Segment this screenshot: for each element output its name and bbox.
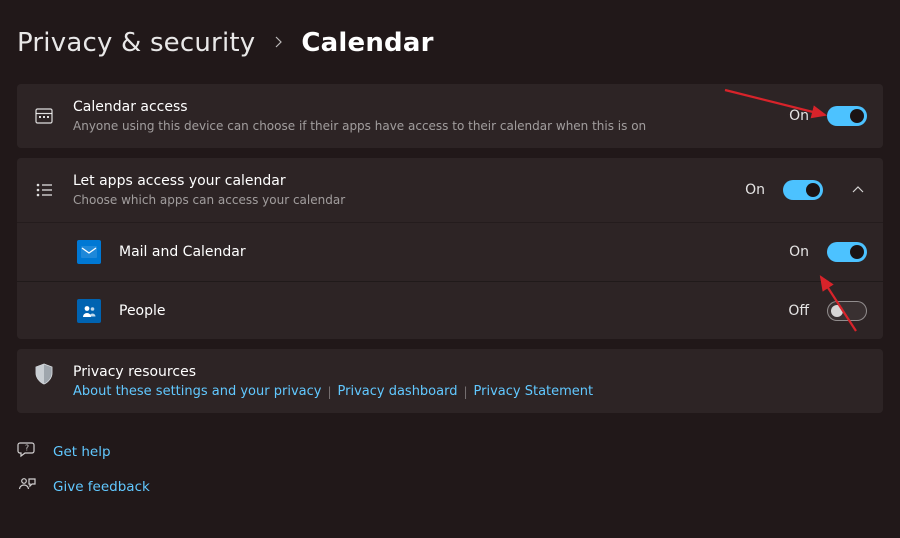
- shield-icon: [33, 363, 55, 385]
- toggle-state-label: On: [789, 108, 809, 124]
- collapse-chevron-up-icon[interactable]: [849, 186, 867, 194]
- people-icon: [77, 299, 101, 323]
- list-icon: [33, 180, 55, 200]
- link-privacy-statement[interactable]: Privacy Statement: [474, 384, 594, 399]
- setting-text: Privacy resources About these settings a…: [73, 363, 867, 399]
- setting-card-calendar-access: Calendar access Anyone using this device…: [17, 84, 883, 148]
- get-help-label: Get help: [53, 444, 111, 460]
- people-toggle[interactable]: [827, 301, 867, 321]
- svg-text:?: ?: [25, 444, 29, 453]
- feedback-icon: [17, 476, 37, 498]
- calendar-access-toggle[interactable]: [827, 106, 867, 126]
- feedback-link[interactable]: Give feedback: [17, 476, 883, 498]
- toggle-state-label: On: [789, 244, 809, 260]
- app-row-mail: Mail and Calendar On: [17, 223, 883, 281]
- toggle-state-label: Off: [788, 303, 809, 319]
- resources-links: About these settings and your privacy | …: [73, 384, 867, 399]
- breadcrumb: Privacy & security Calendar: [17, 28, 883, 58]
- setting-text: Let apps access your calendar Choose whi…: [73, 172, 727, 208]
- mail-toggle[interactable]: [827, 242, 867, 262]
- breadcrumb-current: Calendar: [301, 28, 433, 58]
- app-name: People: [119, 303, 770, 319]
- setting-card-resources: Privacy resources About these settings a…: [17, 349, 883, 413]
- setting-subtitle: Anyone using this device can choose if t…: [73, 118, 771, 134]
- setting-subtitle: Choose which apps can access your calend…: [73, 192, 727, 208]
- setting-title: Let apps access your calendar: [73, 172, 727, 191]
- resources-title: Privacy resources: [73, 363, 867, 382]
- feedback-label: Give feedback: [53, 479, 150, 495]
- divider-icon: |: [327, 385, 331, 399]
- footer-links: ? Get help Give feedback: [17, 441, 883, 498]
- app-row-people: People Off: [17, 281, 883, 339]
- let-apps-toggle[interactable]: [783, 180, 823, 200]
- calendar-icon: [33, 106, 55, 126]
- get-help-link[interactable]: ? Get help: [17, 441, 883, 463]
- setting-text: Calendar access Anyone using this device…: [73, 98, 771, 134]
- divider-icon: |: [463, 385, 467, 399]
- help-icon: ?: [17, 441, 37, 463]
- mail-icon: [77, 240, 101, 264]
- app-name: Mail and Calendar: [119, 244, 771, 260]
- toggle-state-label: On: [745, 182, 765, 198]
- breadcrumb-parent[interactable]: Privacy & security: [17, 28, 255, 58]
- setting-title: Calendar access: [73, 98, 771, 117]
- chevron-right-icon: [273, 33, 283, 53]
- link-about-privacy[interactable]: About these settings and your privacy: [73, 384, 321, 399]
- setting-card-let-apps: Let apps access your calendar Choose whi…: [17, 158, 883, 339]
- link-privacy-dashboard[interactable]: Privacy dashboard: [338, 384, 458, 399]
